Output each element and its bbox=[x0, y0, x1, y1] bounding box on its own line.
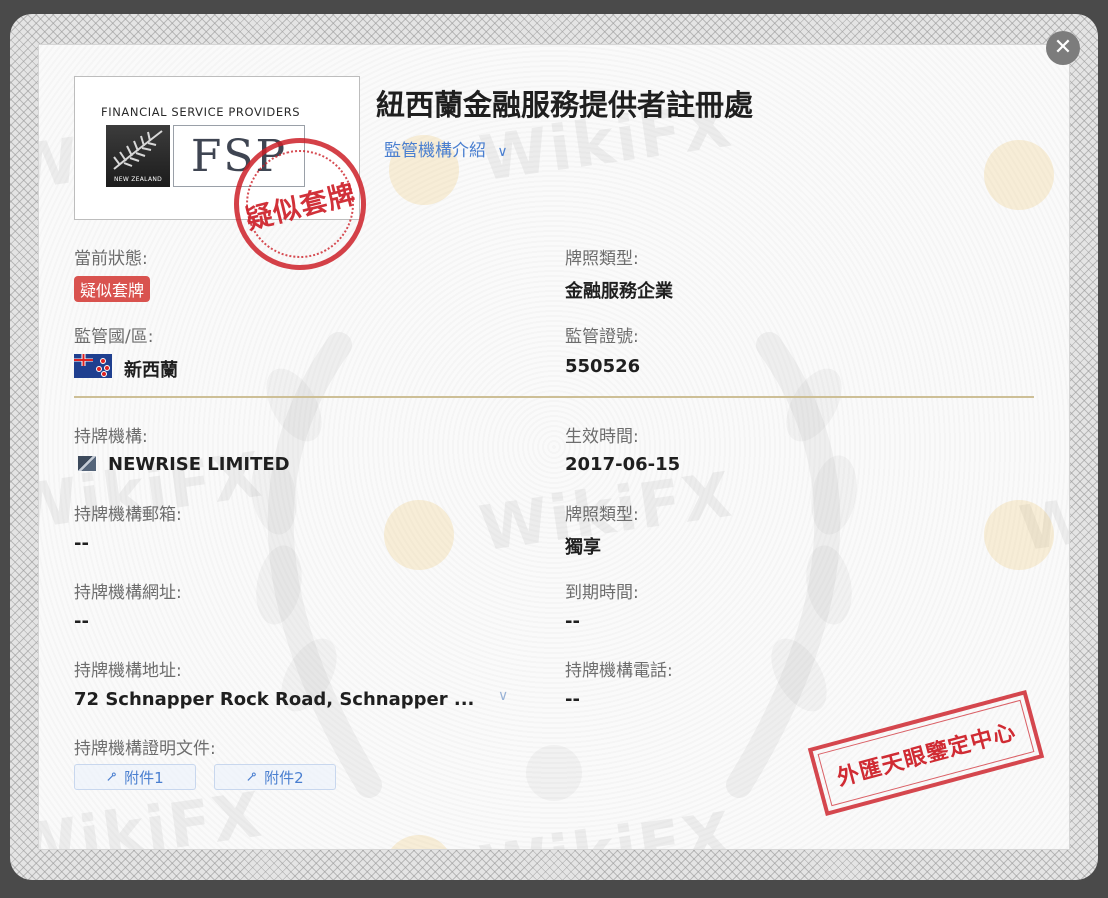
new-zealand-flag-icon bbox=[74, 354, 112, 378]
entity-documents-label: 持牌機構證明文件: bbox=[74, 739, 216, 759]
attachment-label: 附件1 bbox=[124, 768, 164, 787]
entity-address-value: 72 Schnapper Rock Road, Schnapper ... bbox=[74, 689, 475, 710]
regulator-intro-label: 監管機構介紹 bbox=[384, 141, 486, 161]
entity-address-label: 持牌機構地址: bbox=[74, 661, 182, 681]
expiry-date-label: 到期時間: bbox=[565, 583, 639, 603]
watermark-logo-icon bbox=[984, 140, 1054, 210]
licensed-entity-label: 持牌機構: bbox=[74, 427, 148, 447]
entity-website-value: -- bbox=[74, 611, 89, 632]
status-badge: 疑似套牌 bbox=[74, 276, 151, 302]
entity-email-value: -- bbox=[74, 533, 89, 554]
current-status-label: 當前狀態: bbox=[74, 249, 148, 269]
licensed-entity-value: NEWRISE LIMITED bbox=[108, 454, 290, 475]
entity-website-label: 持牌機構網址: bbox=[74, 583, 182, 603]
company-logo-icon bbox=[78, 456, 96, 471]
license-number-label: 監管證號: bbox=[565, 327, 639, 347]
region-value: 新西蘭 bbox=[124, 360, 178, 381]
watermark-logo-icon bbox=[984, 500, 1054, 570]
attachment-2-button[interactable]: ⊸ 附件2 bbox=[214, 764, 336, 790]
close-button[interactable]: ✕ bbox=[1046, 31, 1080, 65]
license-type-2-value: 獨享 bbox=[565, 537, 601, 558]
region-label: 監管國/區: bbox=[74, 327, 154, 347]
link-icon: ⊸ bbox=[102, 767, 123, 787]
attachment-1-button[interactable]: ⊸ 附件1 bbox=[74, 764, 196, 790]
chevron-down-icon: ∨ bbox=[497, 144, 508, 160]
watermark-text: WikiFX bbox=[475, 798, 737, 849]
entity-email-label: 持牌機構郵箱: bbox=[74, 505, 182, 525]
fern-logo-icon: NEW ZEALAND bbox=[106, 125, 170, 187]
address-expand-chevron-icon[interactable]: ∨ bbox=[498, 688, 508, 704]
logo-caption: FINANCIAL SERVICE PROVIDERS bbox=[101, 105, 301, 119]
fern-leaf-icon bbox=[113, 130, 163, 170]
entity-phone-value: -- bbox=[565, 689, 580, 710]
stamp-text: 疑似套牌 bbox=[242, 178, 359, 236]
entity-phone-label: 持牌機構電話: bbox=[565, 661, 673, 681]
effective-date-value: 2017-06-15 bbox=[565, 454, 681, 475]
license-type-label: 牌照類型: bbox=[565, 249, 639, 269]
license-number-value: 550526 bbox=[565, 356, 641, 377]
watermark-text: WikiFX bbox=[1015, 457, 1070, 566]
watermark-logo-icon bbox=[384, 500, 454, 570]
expiry-date-value: -- bbox=[565, 611, 580, 632]
license-type-value: 金融服務企業 bbox=[565, 281, 673, 302]
attachment-label: 附件2 bbox=[264, 768, 304, 787]
section-divider bbox=[74, 396, 1034, 398]
effective-date-label: 生效時間: bbox=[565, 427, 639, 447]
page-title: 紐西蘭金融服務提供者註冊處 bbox=[376, 88, 754, 122]
watermark-logo-icon bbox=[384, 835, 454, 849]
license-type-2-label: 牌照類型: bbox=[565, 505, 639, 525]
fern-logo-text: NEW ZEALAND bbox=[113, 176, 163, 183]
regulator-intro-link[interactable]: 監管機構介紹 ∨ bbox=[384, 136, 508, 161]
link-icon: ⊸ bbox=[242, 767, 263, 787]
